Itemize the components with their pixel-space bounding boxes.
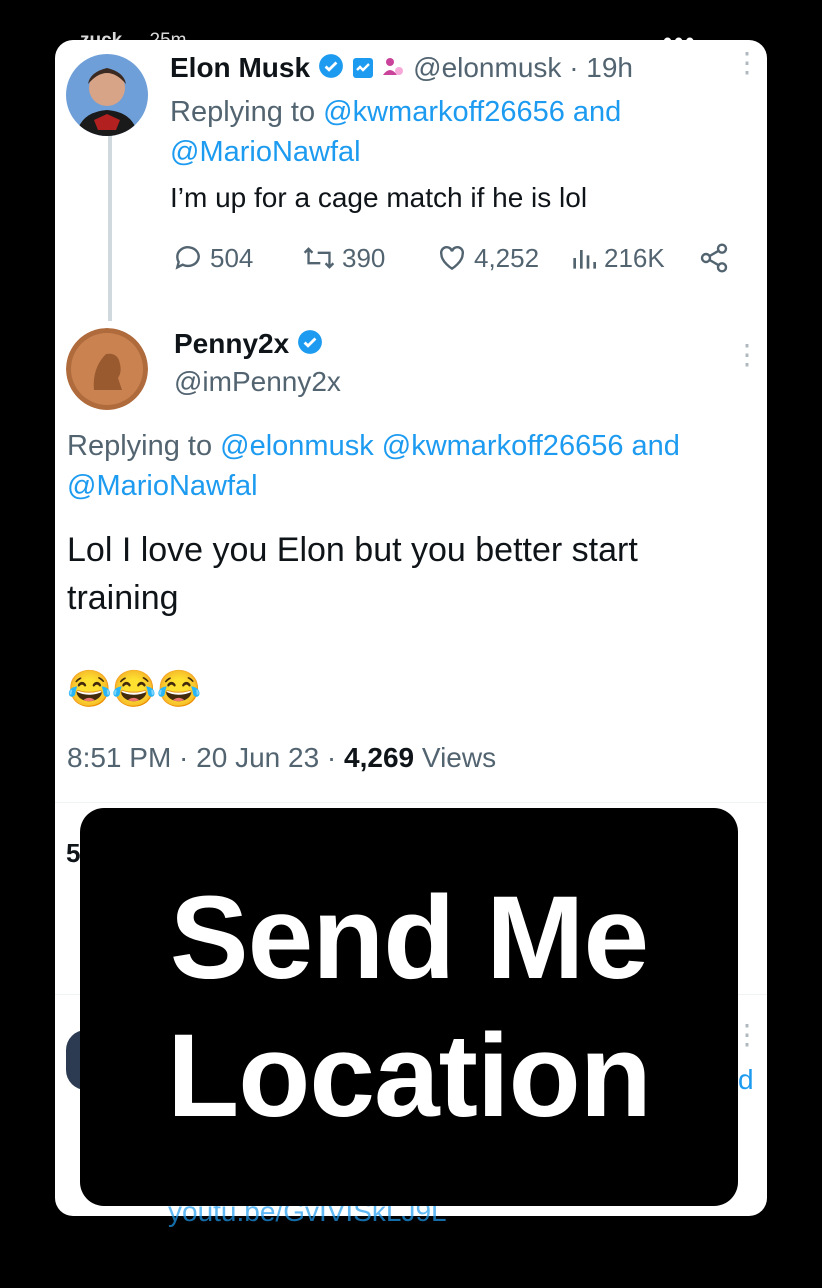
avatar-penny[interactable] [66, 328, 148, 410]
twitter-badge-icon [352, 54, 374, 86]
verified-check-icon [318, 53, 344, 86]
retweet-button[interactable]: 390 [302, 242, 385, 274]
tweet2-views-count: 4,269 [344, 742, 415, 773]
like-count: 4,252 [474, 242, 540, 273]
peek-link-fragment: d [738, 1064, 754, 1095]
affiliate-icon [381, 54, 405, 86]
reply-mention-link[interactable]: @MarioNawfal [170, 136, 361, 168]
reply-mention-link[interactable]: @MarioNawfal [67, 470, 258, 502]
like-button[interactable]: 4,252 [436, 242, 539, 274]
thread-connector [108, 136, 112, 321]
story-text-overlay: Send Me Location [80, 808, 738, 1206]
tweet1-replying-to: Replying to @kwmarkoff26656 and @MarioNa… [170, 96, 622, 168]
retweet-icon [303, 247, 335, 269]
tweet2-author[interactable]: Penny2x [174, 328, 323, 362]
retweet-count: 390 [342, 242, 386, 273]
avatar-elon[interactable] [66, 54, 148, 136]
tweet1-handle[interactable]: @elonmusk [413, 52, 561, 83]
divider [55, 802, 767, 803]
like-icon [440, 245, 464, 271]
tweet2-emojis: 😂😂😂 [67, 668, 202, 709]
views-icon [573, 250, 596, 269]
reply-mention-link[interactable]: @kwmarkoff26656 [323, 96, 565, 128]
reply-count: 504 [210, 242, 254, 273]
tweet2-replying-to: Replying to @elonmusk @kwmarkoff26656 an… [67, 430, 680, 502]
overlay-line-1: Send Me [169, 872, 649, 1004]
overlay-line-2: Location [167, 1010, 652, 1142]
verified-check-icon [297, 329, 323, 362]
tweet1-author[interactable]: Elon Musk @elonmusk · 19h [170, 52, 633, 86]
tweet1-more-button[interactable]: ⋮ [733, 49, 761, 77]
peek-count: 5 [66, 838, 81, 868]
views-count: 216K [604, 242, 665, 273]
views-button[interactable]: 216K [570, 242, 665, 274]
tweet2-more-button[interactable]: ⋮ [733, 341, 761, 369]
tweet1-text: I’m up for a cage match if he is lol [170, 182, 588, 213]
share-icon [700, 243, 728, 273]
reply-mention-link[interactable]: @elonmusk @kwmarkoff26656 [220, 430, 623, 462]
tweet1-actions: 504 390 4,252 216K [172, 242, 742, 282]
reply-button[interactable]: 504 [172, 242, 253, 274]
reply-icon [175, 246, 200, 270]
tweet2-meta: 8:51 PM · 20 Jun 23 · 4,269 Views [67, 742, 497, 773]
share-button[interactable] [698, 242, 730, 274]
tweet2-text: Lol I love you Elon but you better start… [67, 531, 638, 617]
tweet1-age: · 19h [569, 52, 634, 83]
tweet2-handle[interactable]: @imPenny2x [174, 366, 341, 398]
